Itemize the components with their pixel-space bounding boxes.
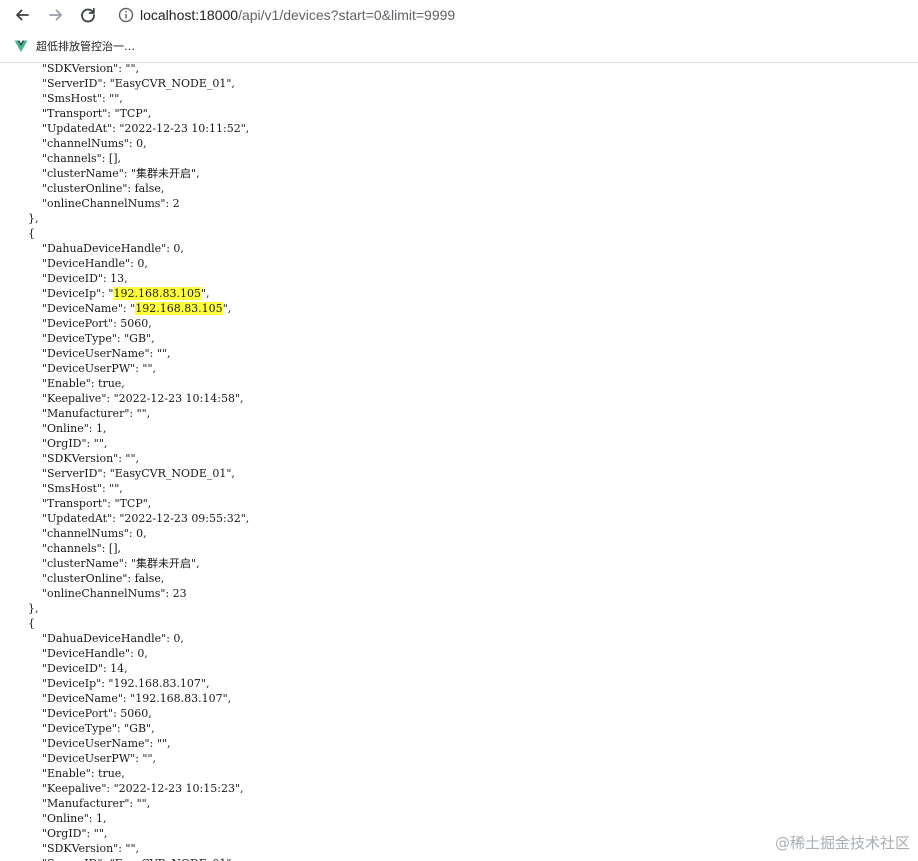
json-line: "DeviceID": 14, xyxy=(0,662,128,675)
highlighted-ip: 192.168.83.105 xyxy=(113,287,201,300)
json-line: "DeviceUserName": "", xyxy=(0,347,171,360)
json-line: "DeviceUserName": "", xyxy=(0,737,171,750)
json-line: "Online": 1, xyxy=(0,812,107,825)
json-line: "onlineChannelNums": 23 xyxy=(0,587,187,600)
json-line: "DeviceIp": "192.168.83.105", xyxy=(0,286,249,301)
highlighted-ip: 192.168.83.105 xyxy=(135,302,223,315)
json-line: }, xyxy=(0,602,39,615)
url-path: /api/v1/devices?start=0&limit=9999 xyxy=(238,7,456,23)
json-line: "channelNums": 0, xyxy=(0,527,147,540)
reload-icon xyxy=(81,7,95,23)
json-line: "SDKVersion": "", xyxy=(0,842,140,855)
json-line: "Keepalive": "2022-12-23 10:14:58", xyxy=(0,392,244,405)
forward-button[interactable] xyxy=(44,3,68,27)
bookmark-label: 超低排放管控治一… xyxy=(36,40,135,53)
arrow-right-icon xyxy=(49,9,62,21)
json-line: "channelNums": 0, xyxy=(0,137,147,150)
bookmarks-bar: 超低排放管控治一… xyxy=(0,30,918,63)
json-line: "DevicePort": 5060, xyxy=(0,317,152,330)
json-line: "Transport": "TCP", xyxy=(0,107,152,120)
watermark: @稀土掘金技术社区 xyxy=(774,834,910,852)
json-line: "Enable": true, xyxy=(0,377,125,390)
json-line: "Online": 1, xyxy=(0,422,107,435)
json-line: "clusterName": "集群未开启", xyxy=(0,167,200,180)
json-line-text: ", xyxy=(222,302,232,315)
json-line: "DahuaDeviceHandle": 0, xyxy=(0,632,184,645)
json-line: "DeviceType": "GB", xyxy=(0,722,155,735)
json-line: "ServerID": "EasyCVR_NODE_01", xyxy=(0,77,235,90)
json-line: "UpdatedAt": "2022-12-23 09:55:32", xyxy=(0,512,250,525)
json-line: "DeviceID": 13, xyxy=(0,272,128,285)
json-line: "DeviceName": "192.168.83.105", xyxy=(0,301,249,316)
json-line: "Manufacturer": "", xyxy=(0,797,151,810)
json-line: { xyxy=(0,617,35,630)
url-host: localhost:18000 xyxy=(140,7,239,23)
arrow-left-icon xyxy=(16,9,29,21)
json-line: "DeviceUserPW": "", xyxy=(0,362,157,375)
json-line: "SDKVersion": "", xyxy=(0,63,140,75)
json-content: "SDKVersion": "", "ServerID": "EasyCVR_N… xyxy=(0,63,918,861)
json-line: "SmsHost": "", xyxy=(0,92,123,105)
json-view: "SDKVersion": "", "ServerID": "EasyCVR_N… xyxy=(0,63,249,861)
reload-button[interactable] xyxy=(76,3,100,27)
json-line: "UpdatedAt": "2022-12-23 10:11:52", xyxy=(0,122,250,135)
json-line: "DeviceName": "192.168.83.107", xyxy=(0,692,232,705)
json-line: "onlineChannelNums": 2 xyxy=(0,197,180,210)
json-line: "Transport": "TCP", xyxy=(0,497,152,510)
json-line: "DeviceHandle": 0, xyxy=(0,647,148,660)
json-line: "clusterName": "集群未开启", xyxy=(0,557,200,570)
json-line-text: "DeviceName": " xyxy=(0,302,136,315)
address-bar[interactable]: localhost:18000/api/v1/devices?start=0&l… xyxy=(112,2,918,28)
json-line: "channels": [], xyxy=(0,542,122,555)
json-line: "DevicePort": 5060, xyxy=(0,707,152,720)
info-icon xyxy=(118,7,134,23)
json-line: "SmsHost": "", xyxy=(0,482,123,495)
json-line: "OrgID": "", xyxy=(0,827,108,840)
json-line-text: "DeviceIp": " xyxy=(0,287,114,300)
site-info-button[interactable] xyxy=(112,7,140,23)
json-line-text: ", xyxy=(200,287,210,300)
json-line: "DeviceHandle": 0, xyxy=(0,257,148,270)
url-text[interactable]: localhost:18000/api/v1/devices?start=0&l… xyxy=(140,7,455,23)
json-line: "channels": [], xyxy=(0,152,122,165)
json-line: "Manufacturer": "", xyxy=(0,407,151,420)
json-line: "clusterOnline": false, xyxy=(0,572,165,585)
back-button[interactable] xyxy=(10,3,34,27)
json-line: { xyxy=(0,227,35,240)
json-line: "DeviceType": "GB", xyxy=(0,332,155,345)
json-line: "Keepalive": "2022-12-23 10:15:23", xyxy=(0,782,244,795)
json-line: "DeviceUserPW": "", xyxy=(0,752,157,765)
vue-logo-icon xyxy=(14,40,28,52)
json-line: "OrgID": "", xyxy=(0,437,108,450)
json-line: "ServerID": "EasyCVR_NODE_01", xyxy=(0,856,249,861)
json-line: "Enable": true, xyxy=(0,767,125,780)
json-line: "DeviceIp": "192.168.83.107", xyxy=(0,677,210,690)
json-line: }, xyxy=(0,212,39,225)
json-line: "SDKVersion": "", xyxy=(0,452,140,465)
json-line: "clusterOnline": false, xyxy=(0,182,165,195)
json-line: "DahuaDeviceHandle": 0, xyxy=(0,242,184,255)
bookmark-item[interactable]: 超低排放管控治一… xyxy=(14,36,135,56)
browser-toolbar: localhost:18000/api/v1/devices?start=0&l… xyxy=(0,0,918,30)
json-line: "ServerID": "EasyCVR_NODE_01", xyxy=(0,467,235,480)
